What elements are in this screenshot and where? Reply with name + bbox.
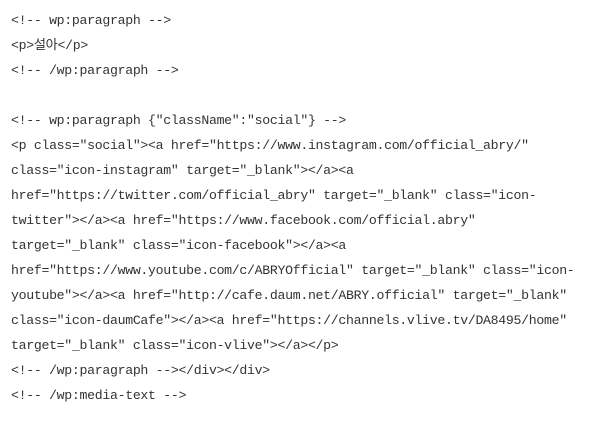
code-line-6: <p class="social"><a href="https://www.i…	[11, 138, 529, 153]
code-line-14: target="_blank" class="icon-vlive"></a><…	[11, 338, 339, 353]
code-line-1: <!-- wp:paragraph -->	[11, 13, 171, 28]
code-line-16: <!-- /wp:media-text -->	[11, 388, 187, 403]
code-line-12: youtube"></a><a href="http://cafe.daum.n…	[11, 288, 567, 303]
code-line-11: href="https://www.youtube.com/c/ABRYOffi…	[11, 263, 575, 278]
code-line-2: <p>설아</p>	[11, 38, 88, 53]
code-line-3: <!-- /wp:paragraph -->	[11, 63, 179, 78]
code-line-8: href="https://twitter.com/official_abry"…	[11, 188, 537, 203]
code-line-9: twitter"></a><a href="https://www.facebo…	[11, 213, 476, 228]
code-line-5: <!-- wp:paragraph {"className":"social"}…	[11, 113, 347, 128]
code-editor-text[interactable]: <!-- wp:paragraph --> <p>설아</p> <!-- /wp…	[11, 8, 595, 408]
code-line-13: class="icon-daumCafe"></a><a href="https…	[11, 313, 567, 328]
code-line-10: target="_blank" class="icon-facebook"></…	[11, 238, 347, 253]
code-line-15: <!-- /wp:paragraph --></div></div>	[11, 363, 270, 378]
code-line-7: class="icon-instagram" target="_blank"><…	[11, 163, 354, 178]
code-line-4-blank	[11, 83, 595, 108]
